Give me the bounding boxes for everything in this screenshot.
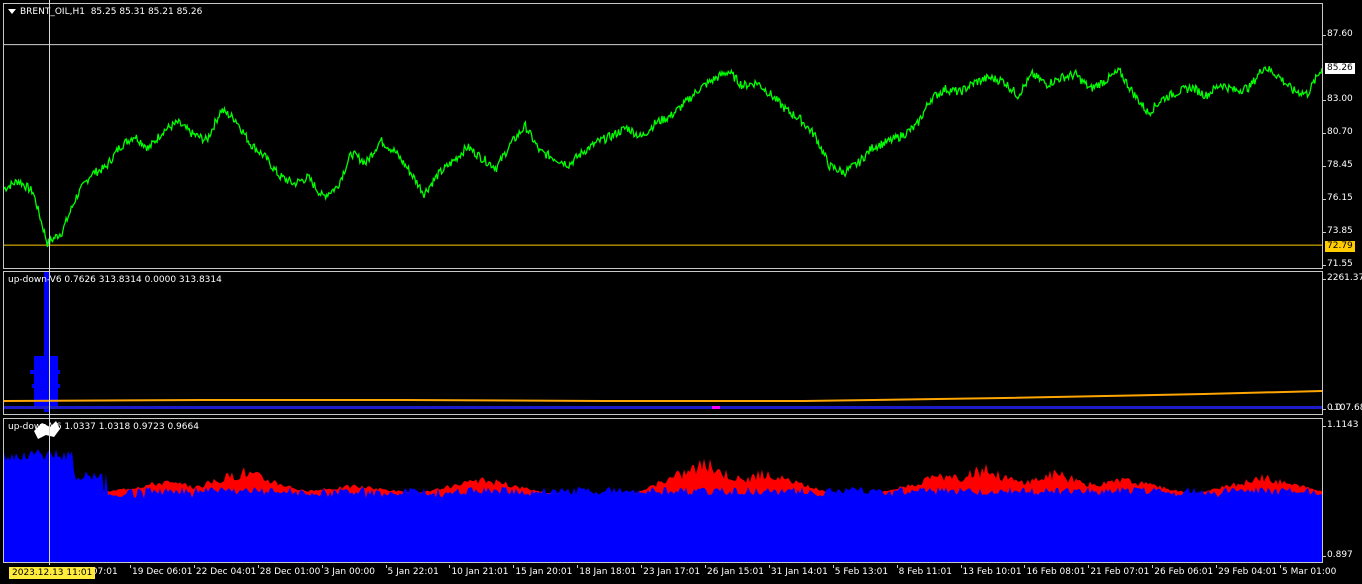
time-axis[interactable]: c 07:01 19 Dec 06:01 22 Dec 04:01 28 Dec 0… — [0, 565, 1336, 584]
price-tick: 80.70 — [1323, 127, 1353, 137]
indicator2-svg — [4, 421, 1322, 562]
price-tick: 83.00 — [1323, 94, 1353, 104]
price-chart-pane[interactable]: BRENT_OIL,H1 85.25 85.31 85.21 85.26 — [3, 3, 1323, 269]
indicator1-overlap-tick: 107.684 — [1329, 403, 1362, 413]
time-label: 18 Jan 18:01 — [579, 567, 637, 577]
time-label: 26 Jan 15:01 — [707, 567, 764, 577]
price-tick: 78.45 — [1323, 160, 1353, 170]
crosshair-date-label: 2023.12.13 11:01 — [9, 567, 96, 579]
indicator2-pane[interactable]: up-down-V6 1.0337 1.0318 0.9723 0.9664 — [3, 418, 1323, 563]
collapse-triangle-icon[interactable] — [8, 9, 16, 14]
time-tick — [832, 565, 834, 568]
price-tick: 76.15 — [1323, 193, 1353, 203]
indicator1-label: up-down-V6 0.7626 313.8314 0.0000 313.83… — [8, 275, 222, 285]
time-tick — [1280, 565, 1281, 568]
signal-line — [4, 390, 1322, 402]
time-tick — [385, 565, 387, 568]
indicator1-pane[interactable]: up-down-V6 0.7626 313.8314 0.0000 313.83… — [3, 271, 1323, 415]
indicator2-bottom-tick: 0.897 — [1323, 550, 1353, 560]
price-tick: 87.60 — [1323, 29, 1353, 39]
time-tick — [1088, 565, 1090, 568]
price-tick: 73.85 — [1323, 226, 1353, 236]
time-label: 26 Feb 06:01 — [1154, 567, 1214, 577]
indicator1-top-tick: 2261.378 — [1323, 273, 1362, 283]
time-tick — [768, 565, 770, 568]
time-label: 21 Feb 07:01 — [1090, 567, 1150, 577]
time-tick — [896, 565, 898, 568]
time-label: 23 Jan 17:01 — [643, 567, 701, 577]
time-label: 31 Jan 14:01 — [770, 567, 828, 577]
ohlc-values: 85.25 85.31 85.21 85.26 — [90, 7, 203, 17]
time-tick — [1216, 565, 1218, 568]
histogram-baseline — [4, 406, 1322, 409]
histogram-cluster-bar — [32, 384, 60, 388]
time-tick — [1152, 565, 1154, 568]
symbol-name: BRENT_OIL,H1 — [20, 7, 85, 17]
level-price-tag: 72.79 — [1325, 241, 1355, 252]
price-axis[interactable]: 87.60 83.00 80.70 78.45 76.15 73.85 71.5… — [1322, 0, 1362, 584]
crosshair-vertical-line — [49, 0, 50, 565]
time-label: 10 Jan 21:01 — [451, 567, 509, 577]
time-label: 5 Mar 01:00 — [1282, 567, 1337, 577]
time-label: 5 Feb 13:01 — [834, 567, 889, 577]
time-label: 3 Jan 00:00 — [323, 567, 375, 577]
base-area — [4, 449, 1322, 562]
time-label: 15 Jan 20:01 — [515, 567, 573, 577]
current-price-tag: 85.26 — [1325, 63, 1355, 74]
time-tick — [257, 565, 259, 568]
indicator2-label: up-down-V6 1.0337 1.0318 0.9723 0.9664 — [8, 422, 199, 432]
histogram-cluster — [34, 356, 58, 406]
time-tick — [513, 565, 515, 568]
time-tick — [321, 565, 323, 568]
time-tick — [449, 565, 451, 568]
time-tick — [960, 565, 962, 568]
time-tick — [1024, 565, 1026, 568]
indicator1-svg — [4, 272, 1322, 412]
time-label: 8 Feb 11:01 — [898, 567, 952, 577]
time-tick — [130, 565, 131, 568]
time-tick — [193, 565, 195, 568]
price-chart-svg — [4, 44, 1322, 248]
time-tick — [577, 565, 579, 568]
time-label: 19 Dec 06:01 — [132, 567, 193, 577]
time-label: 28 Dec 01:00 — [259, 567, 321, 577]
price-tick: 71.55 — [1323, 259, 1353, 269]
symbol-label: BRENT_OIL,H1 85.25 85.31 85.21 85.26 — [8, 7, 202, 17]
time-label: 16 Feb 08:01 — [1026, 567, 1086, 577]
indicator2-top-tick: 1.1143 — [1323, 420, 1359, 430]
histogram-cluster-bar — [30, 370, 60, 374]
time-label: 5 Jan 22:01 — [387, 567, 439, 577]
histogram-small-bar — [712, 406, 720, 409]
time-label: 22 Dec 04:01 — [195, 567, 257, 577]
time-label: 29 Feb 04:01 — [1218, 567, 1278, 577]
time-tick — [705, 565, 706, 568]
price-series-line — [4, 66, 1322, 248]
time-label: 13 Feb 10:01 — [962, 567, 1022, 577]
time-tick — [641, 565, 643, 568]
